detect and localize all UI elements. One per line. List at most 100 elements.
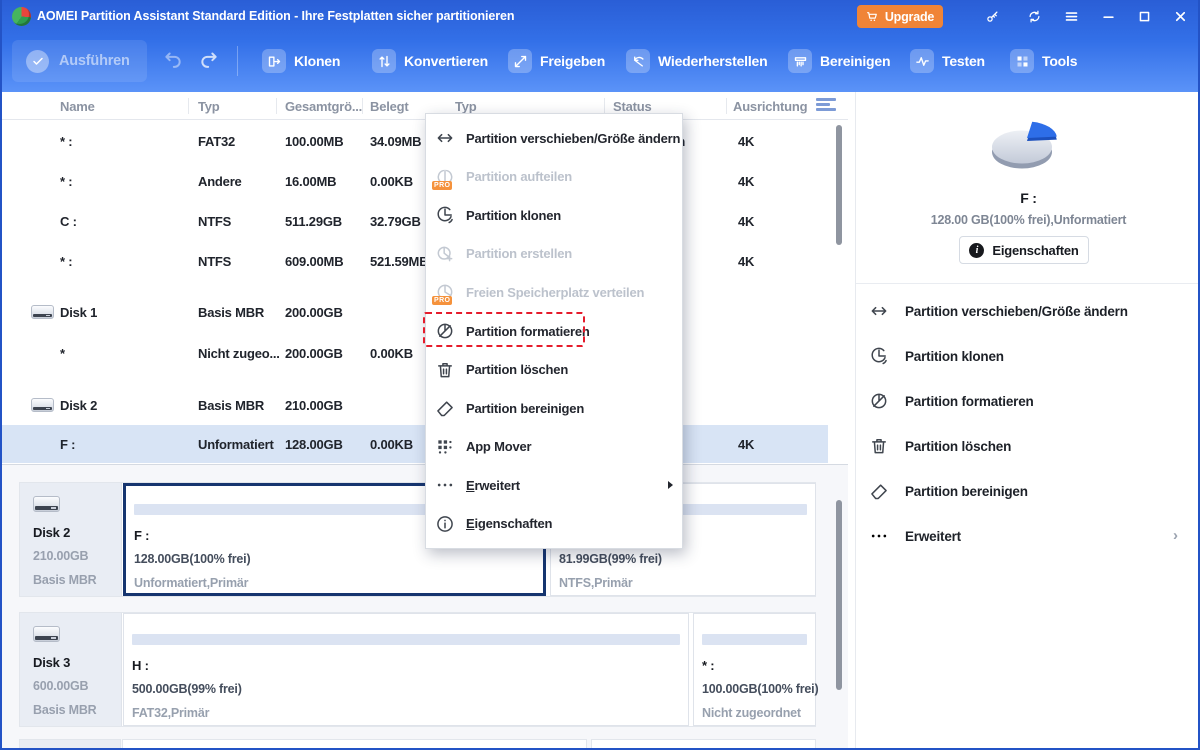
menu-item-split: PRO Partition aufteilen [426,158,682,197]
table-row[interactable]: * Nicht zugeo... 200.00GB 0.00KB [0,333,848,373]
license-key-icon[interactable] [984,8,1001,25]
table-row[interactable]: * : FAT32 100.00MB 34.09MB System 4K [0,121,848,161]
table-row-disk[interactable]: Disk 2 Basis MBR 210.00GB [0,385,848,425]
row-name: Disk 1 [60,292,97,332]
toolbar-item-testen[interactable]: Testen [910,49,985,73]
disk-area-scrollbar[interactable] [836,500,842,690]
column-config-icon[interactable] [816,98,836,114]
toolbar-item-tools[interactable]: Tools [1010,49,1077,73]
disk-type: Basis MBR [33,573,97,587]
menu-item-format[interactable]: Partition formatieren [426,312,682,351]
disk-label-partial [19,739,121,750]
format-icon [435,321,455,341]
volume-info: 128.00 GB(100% frei),Unformatiert [856,213,1200,227]
menu-item-app-mover[interactable]: App Mover [426,427,682,466]
menu-item-move-resize[interactable]: Partition verschieben/Größe ändern [426,119,682,158]
trash-icon [435,360,455,380]
row-name: Disk 2 [60,385,97,425]
row-name: C : [60,201,77,241]
row-total: 210.00GB [285,385,343,425]
toolbar-item-freigeben[interactable]: Freigeben [508,49,605,73]
tools-grid-icon [1010,49,1034,73]
apply-label: Ausführen [59,53,130,69]
toolbar-item-wiederherstellen[interactable]: Wiederherstellen [626,49,768,73]
minimize-icon[interactable] [1100,8,1117,25]
sidebar-action-move-resize[interactable]: Partition verschieben/Größe ändern [869,299,1128,323]
table-row[interactable]: * : NTFS 609.00MB 521.59MB 4K [0,241,848,281]
disk-size: 600.00GB [33,679,88,693]
partition-fs: FAT32,Primär [132,706,209,720]
row-total: 511.29GB [285,201,342,241]
upgrade-button[interactable]: Upgrade [857,5,943,28]
row-used: 0.00KB [370,425,413,463]
menu-item-allocate-free-space: PRO Freien Speicherplatz verteilen [426,273,682,312]
row-used: 34.09MB [370,121,421,161]
sidebar-action-format[interactable]: Partition formatieren [869,389,1034,413]
partition-box-partial [122,739,587,750]
menu-item-properties[interactable]: Eigenschaften [426,504,682,543]
row-name: * [60,333,65,373]
apply-button[interactable]: Ausführen [12,40,147,82]
row-fs: NTFS [198,201,231,241]
partition-box-h[interactable]: H : 500.00GB(99% frei) FAT32,Primär [123,613,689,726]
sidebar-action-wipe[interactable]: Partition bereinigen [869,479,1028,503]
partition-fs: Nicht zugeordnet [702,706,801,720]
partition-box-unallocated[interactable]: * : 100.00GB(100% frei) Nicht zugeordnet [693,613,816,726]
row-name: * : [60,121,72,161]
close-icon[interactable] [1172,8,1189,25]
toolbar-item-bereinigen[interactable]: Bereinigen [788,49,890,73]
menu-icon[interactable] [1063,8,1080,25]
column-header-belegt[interactable]: Belegt [370,92,409,120]
context-menu: Partition verschieben/Größe ändern PRO P… [425,113,683,549]
maximize-icon[interactable] [1136,8,1153,25]
row-name: F : [60,425,75,463]
table-row[interactable]: C : NTFS 511.29GB 32.79GB 4K [0,201,848,241]
sidebar-action-advanced[interactable]: Erweitert [869,524,961,548]
sidebar-action-delete[interactable]: Partition löschen [869,434,1011,458]
move-resize-icon [435,128,455,148]
column-header-name[interactable]: Name [60,92,95,120]
column-header-typ[interactable]: Typ [198,92,220,120]
restore-icon [626,49,650,73]
toolbar-item-klonen[interactable]: Klonen [262,49,340,73]
sidebar-action-clone[interactable]: Partition klonen [869,344,1004,368]
table-row-selected[interactable]: F : Unformatiert 128.00GB 0.00KB 4K [0,425,828,463]
properties-button[interactable]: i Eigenschaften [959,236,1089,264]
column-header-ausrichtung[interactable]: Ausrichtung [733,92,807,120]
menu-item-clone[interactable]: Partition klonen [426,196,682,235]
undo-button[interactable] [160,49,186,73]
redo-button[interactable] [196,49,222,73]
titlebar: AOMEI Partition Assistant Standard Editi… [0,0,1200,33]
create-partition-icon [435,244,455,264]
toolbar-item-konvertieren[interactable]: Konvertieren [372,49,488,73]
disk-label-panel[interactable]: Disk 2 210.00GB Basis MBR [20,483,122,596]
menu-item-wipe[interactable]: Partition bereinigen [426,389,682,428]
clone-partition-icon [869,346,889,366]
pro-badge: PRO [432,181,452,190]
refresh-icon[interactable] [1026,8,1043,25]
partition-fs: NTFS,Primär [559,576,633,590]
table-row-disk[interactable]: Disk 1 Basis MBR 200.00GB [0,292,848,332]
row-total: 609.00MB [285,241,343,281]
row-fs: Basis MBR [198,292,264,332]
window-title: AOMEI Partition Assistant Standard Editi… [37,9,514,23]
disk-label-panel[interactable]: Disk 3 600.00GB Basis MBR [20,613,122,726]
disk-panel-area: Disk 2 210.00GB Basis MBR F : 128.00GB(1… [0,464,848,748]
header-separator [276,98,277,114]
column-header-gesamt[interactable]: Gesamtgrö... [285,92,362,120]
row-align: 4K [738,241,754,281]
table-scrollbar[interactable] [836,125,842,245]
sidebar: F : 128.00 GB(100% frei),Unformatiert i … [855,92,1200,750]
usage-pie-chart [984,114,1074,178]
table-row[interactable]: * : Andere 16.00MB 0.00KB 4K [0,161,848,201]
disk-icon [33,626,60,642]
disk-size: 210.00GB [33,549,88,563]
disk-card-disk3: Disk 3 600.00GB Basis MBR H : 500.00GB(9… [19,612,816,727]
menu-item-advanced[interactable]: Erweitert [426,466,682,505]
menu-item-delete[interactable]: Partition löschen [426,350,682,389]
disk-icon [33,496,60,512]
usage-bar [702,634,807,645]
row-fs: Nicht zugeo... [198,333,280,373]
trash-icon [869,436,889,456]
row-fs: NTFS [198,241,231,281]
